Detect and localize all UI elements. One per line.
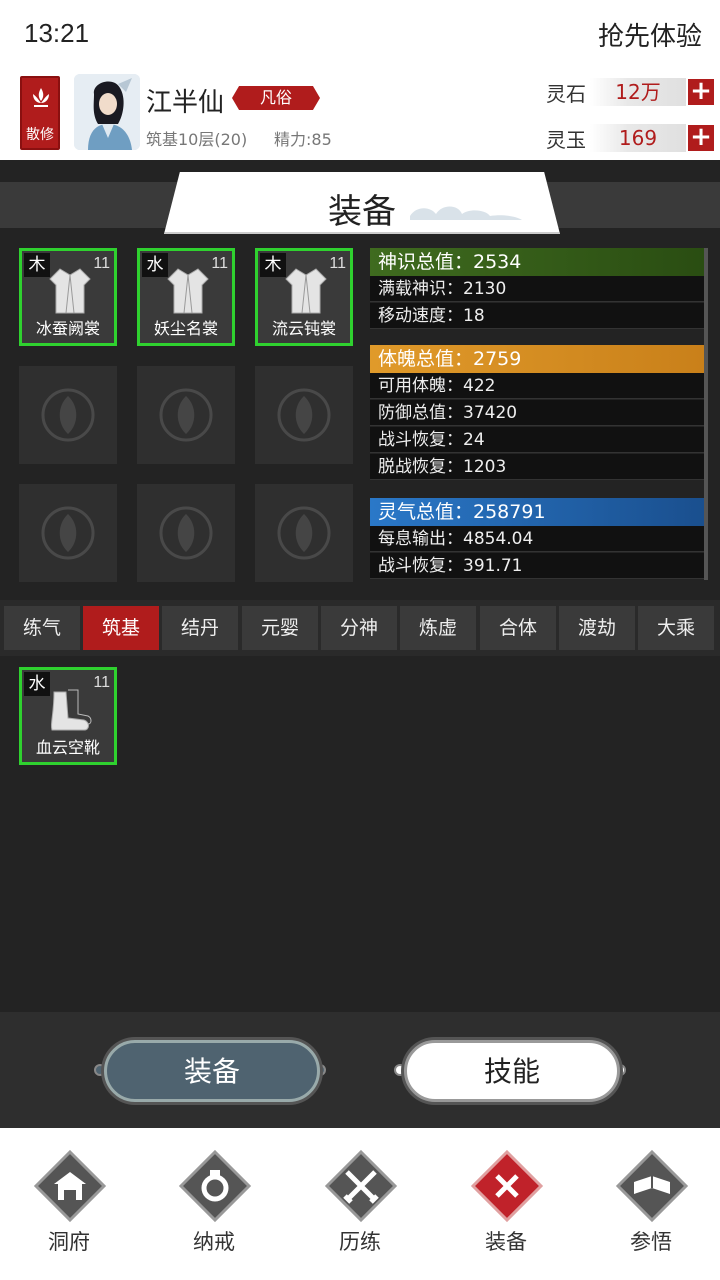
- emblem-icon: [159, 388, 213, 442]
- nav-equipment[interactable]: 装备: [451, 1148, 561, 1260]
- stats-scrollbar[interactable]: [704, 248, 708, 580]
- emblem-icon: [277, 506, 331, 560]
- book-icon: [615, 1149, 689, 1223]
- item-name: 妖尘名裳: [153, 319, 218, 338]
- nav-label: 装备: [485, 1230, 527, 1254]
- add-spirit-stone-button[interactable]: +: [688, 78, 714, 105]
- spirit-stone-value: 12万: [590, 78, 686, 106]
- equip-slot-3[interactable]: 木 11 流云钝裳: [255, 248, 353, 346]
- stats-panel[interactable]: 神识总值：2534 满载神识：2130 移动速度：18 体魄总值：2759 可用…: [370, 248, 704, 580]
- emblem-icon: [277, 388, 331, 442]
- rank-badge: 凡俗: [232, 86, 320, 110]
- item-name: 流云钝裳: [271, 319, 336, 338]
- nav-cave[interactable]: 洞府: [14, 1148, 124, 1260]
- nav-trials[interactable]: 历练: [305, 1148, 415, 1260]
- robe-icon: [285, 268, 327, 314]
- early-access-label: 抢先体验: [597, 22, 702, 52]
- stat-row: 防御总值：37420: [370, 400, 704, 426]
- equip-slot-1[interactable]: 木 11 冰蚕阙裳: [19, 248, 117, 346]
- stat-row: 每息输出：4854.04: [370, 526, 704, 552]
- equip-slot-2[interactable]: 水 11 妖尘名裳: [137, 248, 235, 346]
- divine-sense-total: 神识总值：2534: [370, 248, 704, 276]
- empty-equip-slot[interactable]: [19, 366, 117, 464]
- empty-equip-slot[interactable]: [137, 366, 235, 464]
- emblem-icon: [41, 506, 95, 560]
- add-spirit-jade-button[interactable]: +: [688, 124, 714, 151]
- tab-heti[interactable]: 合体: [480, 606, 556, 650]
- cloud-icon: [410, 206, 522, 220]
- tab-zhuji[interactable]: 筑基: [83, 606, 159, 650]
- tab-dacheng[interactable]: 大乘: [638, 606, 714, 650]
- nav-label: 洞府: [48, 1230, 90, 1254]
- tab-yuanying[interactable]: 元婴: [242, 606, 318, 650]
- cultivation-realm: 筑基10层(20): [146, 130, 248, 149]
- tab-lianqi[interactable]: 练气: [4, 606, 80, 650]
- stat-row: 脱战恢复：1203: [370, 454, 704, 480]
- spirit-jade-label: 灵玉: [546, 128, 586, 152]
- spirit-jade-value: 169: [590, 124, 686, 152]
- player-header: 散修 江半仙 凡俗 筑基10层(20) 精力:85 灵石 12万 + 灵玉 16…: [0, 66, 720, 160]
- empty-equip-slot[interactable]: [255, 366, 353, 464]
- nav-label: 历练: [339, 1230, 381, 1254]
- emblem-icon: [159, 506, 213, 560]
- sect-label: 散修: [26, 127, 54, 143]
- nav-label: 参悟: [630, 1230, 672, 1254]
- status-time: 13:21: [24, 18, 90, 48]
- swords-icon: [324, 1149, 398, 1223]
- status-bar: 13:21 抢先体验: [0, 0, 720, 66]
- stat-row: 战斗恢复：391.71: [370, 553, 704, 579]
- cave-icon: [33, 1149, 107, 1223]
- character-portrait: [74, 74, 140, 150]
- stat-row: 可用体魄：422: [370, 373, 704, 399]
- sect-badge[interactable]: 散修: [20, 76, 60, 150]
- empty-equip-slot[interactable]: [255, 484, 353, 582]
- player-name: 江半仙: [146, 88, 225, 118]
- lotus-icon: [33, 88, 49, 107]
- nav-ring[interactable]: 纳戒: [159, 1148, 269, 1260]
- stat-row: 移动速度：18: [370, 303, 704, 329]
- equip-button[interactable]: 装备: [104, 1040, 320, 1102]
- nav-comprehend[interactable]: 参悟: [596, 1148, 706, 1260]
- equipment-icon: [470, 1149, 544, 1223]
- inventory-item[interactable]: 水 11 血云空靴: [19, 667, 117, 765]
- robe-icon: [167, 268, 209, 314]
- stat-row: 战斗恢复：24: [370, 427, 704, 453]
- empty-equip-slot[interactable]: [137, 484, 235, 582]
- emblem-icon: [41, 388, 95, 442]
- tab-lianxu[interactable]: 炼虚: [400, 606, 476, 650]
- item-name: 冰蚕阙裳: [35, 319, 100, 338]
- robe-icon: [49, 268, 91, 314]
- skills-button[interactable]: 技能: [404, 1040, 620, 1102]
- avatar[interactable]: [74, 74, 140, 150]
- empty-equip-slot[interactable]: [19, 484, 117, 582]
- nav-label: 纳戒: [193, 1230, 235, 1254]
- item-name: 血云空靴: [35, 738, 100, 757]
- tab-jiedan[interactable]: 结丹: [162, 606, 238, 650]
- boots-icon: [50, 689, 92, 731]
- physique-total: 体魄总值：2759: [370, 345, 704, 373]
- tab-dujie[interactable]: 渡劫: [559, 606, 635, 650]
- ring-icon: [178, 1149, 252, 1223]
- spirit-stone-label: 灵石: [546, 82, 586, 106]
- stat-row: 满载神识：2130: [370, 276, 704, 302]
- tab-fenshen[interactable]: 分神: [321, 606, 397, 650]
- spirit-qi-total: 灵气总值：258791: [370, 498, 704, 526]
- energy-value: 精力:85: [274, 130, 332, 149]
